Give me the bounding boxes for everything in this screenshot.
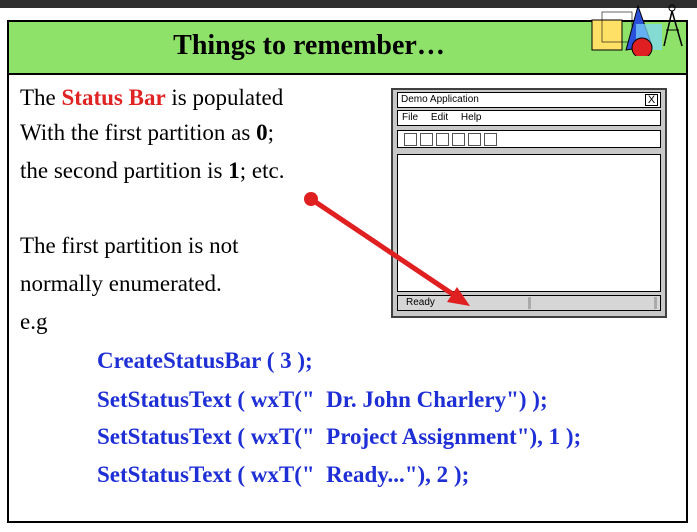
demo-title-bar: Demo Application X xyxy=(397,92,661,108)
text-line-4: The first partition is not xyxy=(20,233,239,258)
menu-file[interactable]: File xyxy=(402,112,418,123)
text-line-1: The Status Bar is populated xyxy=(20,85,284,110)
toolbar-button-icon[interactable] xyxy=(468,133,481,146)
status-separator xyxy=(654,297,657,309)
code-line-4: SetStatusText ( wxT(" Ready..."), 2 ); xyxy=(97,462,470,487)
toolbar-button-icon[interactable] xyxy=(436,133,449,146)
text-line-5: normally enumerated. xyxy=(20,271,222,296)
demo-application-window: Demo Application X File Edit Help Ready xyxy=(391,88,667,318)
text-line-3: the second partition is 1; etc. xyxy=(20,158,285,183)
text-line-6: e.g xyxy=(20,309,48,334)
menu-edit[interactable]: Edit xyxy=(431,112,448,123)
status-bar-term: Status Bar xyxy=(61,85,166,110)
close-icon[interactable]: X xyxy=(645,94,658,106)
text-line-2: With the first partition as 0; xyxy=(20,120,274,145)
demo-title: Demo Application xyxy=(401,94,479,105)
geometry-shapes-icon xyxy=(591,4,683,56)
slide-title: Things to remember… xyxy=(173,30,445,61)
demo-client-area xyxy=(397,154,661,292)
code-line-3: SetStatusText ( wxT(" Project Assignment… xyxy=(97,424,582,449)
code-line-1: CreateStatusBar ( 3 ); xyxy=(97,348,313,373)
code-line-2: SetStatusText ( wxT(" Dr. John Charlery"… xyxy=(97,387,548,412)
menu-help[interactable]: Help xyxy=(461,112,482,123)
demo-status-bar: Ready xyxy=(397,295,661,311)
demo-toolbar xyxy=(397,130,661,148)
title-bar: Things to remember… xyxy=(9,22,686,75)
status-text: Ready xyxy=(406,297,435,308)
toolbar-button-icon[interactable] xyxy=(404,133,417,146)
toolbar-button-icon[interactable] xyxy=(420,133,433,146)
status-separator xyxy=(528,297,531,309)
toolbar-button-icon[interactable] xyxy=(452,133,465,146)
toolbar-button-icon[interactable] xyxy=(484,133,497,146)
compass-icon xyxy=(663,4,683,47)
demo-menu-bar: File Edit Help xyxy=(397,110,661,126)
